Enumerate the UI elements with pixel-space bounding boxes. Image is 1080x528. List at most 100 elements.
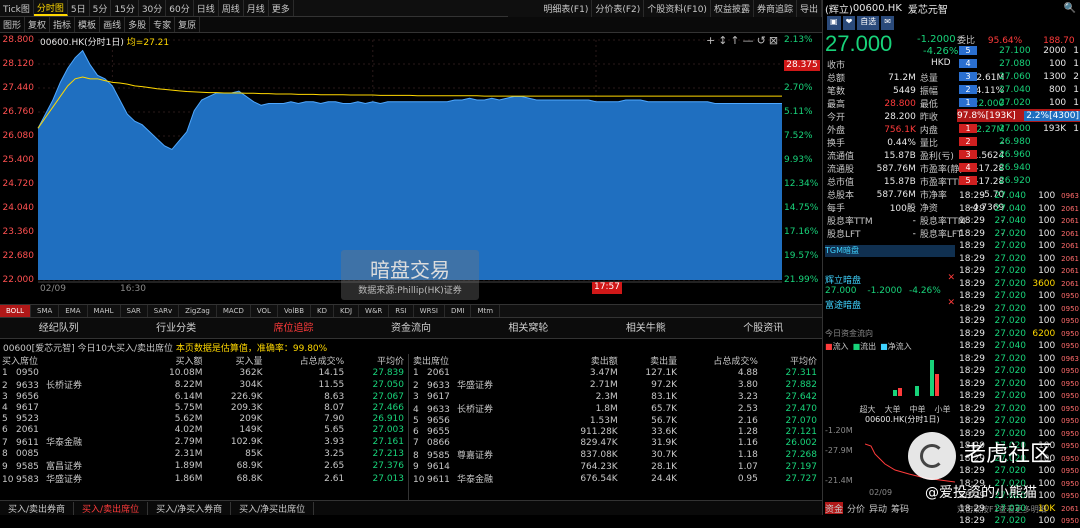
indicator-tab[interactable]: WRSI [414, 305, 445, 317]
ask-level[interactable]: 5 27.100 2000 1 [957, 44, 1080, 57]
quote-bottom-tab[interactable]: 分价 [847, 502, 865, 515]
indicator-tab[interactable]: SAR [121, 305, 148, 317]
bid-level[interactable]: 3 26.960 [957, 148, 1080, 161]
indicator-tab[interactable]: SMA [31, 305, 60, 317]
ask-level[interactable]: 4 27.080 100 1 [957, 57, 1080, 70]
indicator-tab[interactable]: W&R [359, 305, 390, 317]
indicator-tab[interactable]: Mtm [471, 305, 501, 317]
seat-view-tab[interactable]: 买入/卖出券商 [0, 501, 75, 515]
seat-row[interactable]: 8 9585 尊嘉证券 837.08K 30.7K 1.18 27.268 [411, 448, 819, 462]
seat-view-tab[interactable]: 买入/卖出席位 [74, 501, 149, 515]
seat-row[interactable]: 10 9583 华盛证券 1.86M 68.8K 2.61 27.013 [0, 472, 406, 486]
toolbar2-dropdown[interactable]: 指标 [50, 17, 76, 32]
quote-bottom-tab[interactable]: 异动 [869, 502, 887, 515]
quote-action-icon[interactable]: ❤ [842, 16, 856, 30]
seat-row[interactable]: 9 9585 富昌证券 1.89M 68.9K 2.65 27.376 [0, 459, 406, 473]
period-tab[interactable]: 15分 [111, 0, 139, 16]
indicator-tab[interactable]: MAHL [88, 305, 121, 317]
indicator-tab[interactable]: KD [311, 305, 334, 317]
toolbar-button[interactable]: 权益披露 [711, 0, 754, 17]
period-tab[interactable]: Tick图 [0, 0, 34, 16]
info-tab[interactable]: 个股资讯 [705, 318, 822, 338]
tick-row: 18:29 27.020 10K 2061 [957, 503, 1080, 516]
ask-level[interactable]: 3 27.060 1300 2 [957, 70, 1080, 83]
seat-row[interactable]: 8 0085 2.31M 85K 3.25 27.213 [0, 448, 406, 459]
toolbar-button[interactable]: 明细表(F1) [540, 0, 593, 17]
seat-row[interactable]: 5 9656 1.53M 56.7K 2.16 27.070 [411, 415, 819, 426]
indicator-tab[interactable]: RSI [389, 305, 414, 317]
seat-row[interactable]: 7 0866 829.47K 31.9K 1.16 26.002 [411, 437, 819, 448]
seat-row[interactable]: 2 9633 华盛证券 2.71M 97.2K 3.80 27.882 [411, 378, 819, 392]
toolbar-button[interactable]: 个股资料(F10) [644, 0, 711, 17]
info-tab[interactable]: 相关窝轮 [470, 318, 587, 338]
info-tab[interactable]: 相关牛熊 [587, 318, 704, 338]
seat-view-tab[interactable]: 买入/净买入券商 [148, 501, 232, 515]
indicator-tab[interactable]: VOL [251, 305, 278, 317]
seat-row[interactable]: 7 9611 华泰金融 2.79M 102.9K 3.93 27.161 [0, 435, 406, 449]
indicator-tab[interactable]: MACD [217, 305, 251, 317]
bid-level[interactable]: 5 26.920 [957, 174, 1080, 187]
toolbar-button[interactable]: 导出 [797, 0, 822, 17]
flow-net-label: 净流入 [887, 342, 912, 351]
indicator-tab[interactable]: DMI [445, 305, 472, 317]
chart-tools[interactable]: +↕↑—↺⊠ [706, 34, 781, 47]
indicator-tab[interactable]: VolBB [278, 305, 312, 317]
period-tab[interactable]: 周线 [219, 0, 244, 16]
period-tab[interactable]: 5分 [90, 0, 112, 16]
toolbar2-dropdown[interactable]: 复权 [25, 17, 51, 32]
info-tab[interactable]: 经纪队列 [0, 318, 117, 338]
seat-row[interactable]: 2 9633 长桥证券 8.22M 304K 11.55 27.050 [0, 378, 406, 392]
seat-row[interactable]: 4 9617 5.75M 209.3K 8.07 27.466 [0, 402, 406, 413]
period-tab[interactable]: 日线 [194, 0, 219, 16]
quote-bottom-tab[interactable]: 资金 [825, 502, 844, 515]
info-tab[interactable]: 席位追踪 [235, 318, 352, 338]
period-tab[interactable]: 60分 [166, 0, 194, 16]
bid-volume [1033, 161, 1069, 174]
toolbar2-dropdown[interactable]: 专家 [150, 17, 176, 32]
seat-view-tab[interactable]: 买入/净买出席位 [231, 501, 315, 515]
info-tab[interactable]: 行业分类 [117, 318, 234, 338]
seat-row[interactable]: 6 2061 4.02M 149K 5.65 27.003 [0, 424, 406, 435]
seat-row[interactable]: 6 9655 911.28K 33.6K 1.28 27.121 [411, 426, 819, 437]
bid-level[interactable]: 2 26.980 [957, 135, 1080, 148]
period-tab[interactable]: 更多 [269, 0, 294, 16]
toolbar2-dropdown[interactable]: 画线 [100, 17, 126, 32]
close-icon[interactable]: ✕ [947, 273, 955, 286]
stat-cell: 流通股 [827, 165, 855, 175]
quote-action-icon[interactable]: ▣ [827, 16, 841, 30]
toolbar2-dropdown[interactable]: 多股 [125, 17, 151, 32]
quote-bottom-tab[interactable]: 筹码 [891, 502, 909, 515]
toolbar-button[interactable]: 分价表(F2) [592, 0, 645, 17]
toolbar-button[interactable]: 券商追踪 [754, 0, 797, 17]
toolbar2-dropdown[interactable]: 复原 [175, 17, 201, 32]
indicator-tab[interactable]: ZigZag [179, 305, 217, 317]
seat-row[interactable]: 3 9617 2.3M 83.1K 3.23 27.642 [411, 391, 819, 402]
seat-value: 209.3K [230, 402, 263, 413]
indicator-tab[interactable]: SARv [148, 305, 180, 317]
quote-action-icon[interactable]: ✉ [881, 16, 894, 30]
indicator-tab[interactable]: EMA [59, 305, 88, 317]
period-tab[interactable]: 5日 [68, 0, 90, 16]
search-icon[interactable]: 🔍 [1064, 3, 1080, 14]
seat-row[interactable]: 10 9611 华泰金融 676.54K 24.4K 0.95 27.727 [411, 472, 819, 486]
close-icon[interactable]: ✕ [947, 298, 955, 311]
seat-row[interactable]: 9 9614 764.23K 28.1K 1.07 27.197 [411, 461, 819, 472]
seat-row[interactable]: 3 9656 6.14M 226.9K 8.63 27.067 [0, 391, 406, 402]
toolbar2-dropdown[interactable]: 模板 [75, 17, 101, 32]
toolbar2-dropdown[interactable]: 图形 [0, 17, 26, 32]
period-tab[interactable]: 分时图 [33, 0, 68, 16]
period-tab[interactable]: 月线 [244, 0, 269, 16]
bid-level[interactable]: 1 27.000 193K 1 [957, 122, 1080, 135]
indicator-tab[interactable]: BOLL [0, 305, 31, 317]
info-tab[interactable]: 资金流向 [352, 318, 469, 338]
period-tab[interactable]: 30分 [139, 0, 167, 16]
seat-row[interactable]: 1 0950 10.08M 362K 14.15 27.839 [0, 367, 406, 378]
indicator-tab[interactable]: KDJ [334, 305, 360, 317]
quote-action-icon[interactable]: 自选 [857, 16, 880, 30]
ask-level[interactable]: 2 27.040 800 1 [957, 83, 1080, 96]
bid-level[interactable]: 4 26.940 [957, 161, 1080, 174]
seat-row[interactable]: 1 2061 3.47M 127.1K 4.88 27.311 [411, 367, 819, 378]
ask-level[interactable]: 1 27.020 100 1 [957, 96, 1080, 109]
seat-row[interactable]: 4 9633 长桥证券 1.8M 65.7K 2.53 27.470 [411, 402, 819, 416]
seat-row[interactable]: 5 9523 5.62M 209K 7.90 26.910 [0, 413, 406, 424]
